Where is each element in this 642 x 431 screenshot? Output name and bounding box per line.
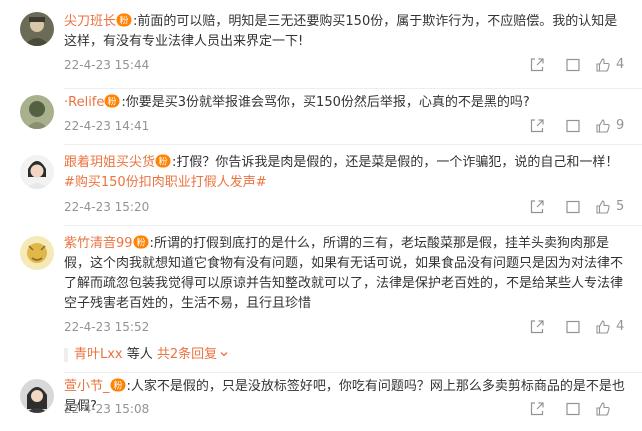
comment-time: 22-4-23 15:44 <box>64 58 150 72</box>
comment-meta: 22-4-23 15:20 5 <box>64 197 642 217</box>
comment-item: 萱小节_ 粉:人家不是假的，只是没放标签好吧，你吃有问题吗？网上那么多卖剪标商品的… <box>0 373 642 431</box>
thumb-up-icon[interactable] <box>595 319 611 335</box>
fans-badge-icon: 粉 <box>133 235 149 249</box>
comment-time: 22-4-23 14:41 <box>64 119 150 133</box>
like-count: 5 <box>616 199 625 214</box>
share-icon[interactable] <box>529 401 545 417</box>
sub-reply-user[interactable]: 青叶Lxx <box>74 347 123 362</box>
avatar[interactable] <box>20 379 54 413</box>
comment-time: 22-4-23 15:52 <box>64 320 150 334</box>
comment-username[interactable]: ·Relife <box>64 95 104 110</box>
comment-icon[interactable] <box>565 199 581 215</box>
comment-item: ·Relife 粉:你要是买3份就举报谁会骂你，买150份然后举报，心真的不是黑的… <box>0 89 642 144</box>
sub-reply-total-label: 共2条回复 <box>156 347 218 362</box>
share-icon[interactable] <box>529 319 545 335</box>
fans-badge-icon: 粉 <box>116 13 132 27</box>
thumb-up-icon[interactable] <box>595 57 611 73</box>
svg-text:粉: 粉 <box>120 15 129 27</box>
like-count: 4 <box>616 57 625 72</box>
fans-badge-icon: 粉 <box>155 154 171 168</box>
comment-icon[interactable] <box>565 118 581 134</box>
fans-badge-icon: 粉 <box>110 378 126 392</box>
comment-username[interactable]: 萱小节_ <box>64 379 110 394</box>
avatar[interactable] <box>20 12 54 46</box>
share-icon[interactable] <box>529 57 545 73</box>
comment-body: 你要是买3份就举报谁会骂你，买150份然后举报，心真的不是黑的吗? <box>125 95 530 110</box>
fans-badge-icon: 粉 <box>104 94 120 108</box>
comment-icon[interactable] <box>565 319 581 335</box>
comment-username[interactable]: 跟着玥姐买尖货 <box>64 155 155 170</box>
hashtag-link[interactable]: #购买150份扣肉职业打假人发声# <box>64 175 267 190</box>
comment-username[interactable]: 紫竹清音99 <box>64 236 133 251</box>
comment-item: 尖刀班长粉:前面的可以赔，明知是三无还要购买150份，属于欺诈行为，不应赔偿。我… <box>0 0 642 88</box>
comment-icon[interactable] <box>565 57 581 73</box>
sub-reply-total[interactable]: 共2条回复 <box>157 347 229 362</box>
svg-text:粉: 粉 <box>108 96 117 108</box>
comment-item: 紫竹清音99 粉:所谓的打假到底打的是什么，所谓的三有，老坛酸菜那是假，挂羊头卖狗… <box>0 226 642 372</box>
svg-text:粉: 粉 <box>113 380 122 392</box>
comment-time: 22-4-23 15:08 <box>64 402 150 416</box>
share-icon[interactable] <box>529 118 545 134</box>
comment-body: 打假？你告诉我是肉是假的，还是菜是假的，一个诈骗犯，说的自己和一样！ <box>176 155 619 170</box>
like-count: 9 <box>616 118 625 133</box>
thumb-up-icon[interactable] <box>595 118 611 134</box>
comment-text: 尖刀班长粉:前面的可以赔，明知是三无还要购买150份，属于欺诈行为，不应赔偿。我… <box>64 13 618 49</box>
comment-text: ·Relife 粉:你要是买3份就举报谁会骂你，买150份然后举报，心真的不是黑的… <box>64 94 530 110</box>
comment-text: 紫竹清音99 粉:所谓的打假到底打的是什么，所谓的三有，老坛酸菜那是假，挂羊头卖狗… <box>64 235 624 311</box>
thumb-up-icon[interactable] <box>595 199 611 215</box>
sub-reply-mid: 等人 <box>122 347 157 362</box>
svg-text:粉: 粉 <box>136 237 145 249</box>
comment-username[interactable]: 尖刀班长 <box>64 14 116 29</box>
comment-meta: 22-4-23 15:52 4 <box>64 317 642 337</box>
comment-icon[interactable] <box>565 401 581 417</box>
sub-reply-bar <box>64 348 68 362</box>
share-icon[interactable] <box>529 199 545 215</box>
comment-meta: 22-4-23 14:41 9 <box>64 116 642 136</box>
comment-body: 前面的可以赔，明知是三无还要购买150份，属于欺诈行为，不应赔偿。我的认知是这样… <box>64 14 618 49</box>
comment-time: 22-4-23 15:20 <box>64 200 150 214</box>
comment-text: 跟着玥姐买尖货粉:打假？你告诉我是肉是假的，还是菜是假的，一个诈骗犯，说的自己和… <box>64 154 619 190</box>
thumb-up-icon[interactable] <box>595 401 611 417</box>
comment-item: 跟着玥姐买尖货粉:打假？你告诉我是肉是假的，还是菜是假的，一个诈骗犯，说的自己和… <box>0 145 642 225</box>
chevron-down-icon <box>220 352 228 357</box>
avatar[interactable] <box>20 236 54 270</box>
comment-meta: 22-4-23 15:44 4 <box>64 55 642 75</box>
like-count: 4 <box>616 319 625 334</box>
avatar[interactable] <box>20 155 54 189</box>
sub-reply-summary[interactable]: 青叶Lxx 等人 共2条回复 <box>74 345 229 365</box>
comment-meta: 22-4-23 15:08 <box>64 399 642 419</box>
avatar[interactable] <box>20 95 54 129</box>
svg-text:粉: 粉 <box>159 156 168 168</box>
